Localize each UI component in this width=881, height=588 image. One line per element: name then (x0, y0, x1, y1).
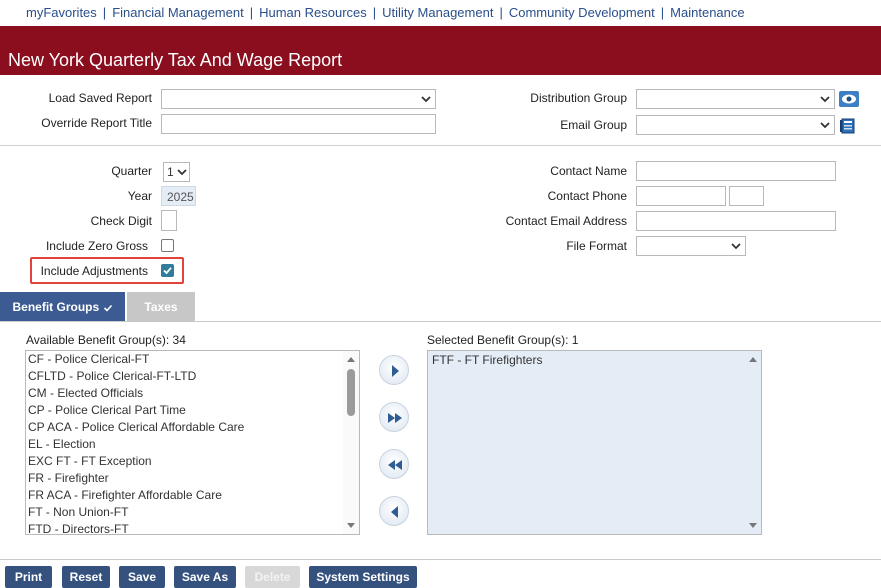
title-bar: New York Quarterly Tax And Wage Report (0, 26, 881, 75)
list-item[interactable]: CP ACA - Police Clerical Affordable Care (26, 419, 359, 436)
quarter-select[interactable]: 1 (163, 162, 190, 182)
contact-phone-ext-input[interactable] (729, 186, 764, 206)
system-settings-button[interactable]: System Settings (309, 566, 417, 588)
nav-link-community-development[interactable]: Community Development (509, 5, 655, 20)
quarter-label: Quarter (111, 164, 152, 178)
email-group-select[interactable] (636, 115, 835, 135)
move-right-button[interactable] (379, 355, 409, 385)
year-value: 2025 (167, 190, 194, 204)
include-adjustments-label: Include Adjustments (40, 264, 148, 278)
check-digit-label: Check Digit (90, 214, 152, 228)
scroll-down-icon[interactable] (346, 521, 356, 531)
include-zero-gross-label: Include Zero Gross (45, 239, 148, 253)
available-header: Available Benefit Group(s): 34 (26, 333, 186, 347)
check-digit-input[interactable] (161, 210, 177, 231)
tab-benefit-groups[interactable]: Benefit Groups (0, 292, 125, 322)
page-title: New York Quarterly Tax And Wage Report (8, 50, 343, 70)
list-item[interactable]: EL - Election (26, 436, 359, 453)
nav-link-human-resources[interactable]: Human Resources (259, 5, 367, 20)
include-zero-gross-checkbox[interactable] (161, 239, 174, 252)
load-saved-report-label: Load Saved Report (48, 91, 152, 105)
list-item[interactable]: FTD - Directors-FT (26, 521, 359, 534)
scroll-up-icon[interactable] (748, 354, 758, 364)
footer-divider (0, 559, 881, 560)
contact-phone-label: Contact Phone (547, 189, 627, 203)
arrow-left-icon (391, 506, 398, 518)
list-item[interactable]: FR - Firefighter (26, 470, 359, 487)
quarter-value: 1 (167, 165, 174, 179)
reset-button[interactable]: Reset (62, 566, 110, 588)
override-report-title-label: Override Report Title (41, 116, 152, 130)
list-item[interactable]: CF - Police Clerical-FT (26, 351, 359, 368)
contact-email-input[interactable] (636, 211, 836, 231)
selected-items: FTF - FT Firefighters (428, 351, 761, 369)
nav-separator: | (499, 5, 503, 20)
chevron-down-icon (820, 96, 830, 103)
nav-link-maintenance[interactable]: Maintenance (670, 5, 744, 20)
list-item[interactable]: CFLTD - Police Clerical-FT-LTD (26, 368, 359, 385)
available-benefit-groups-list[interactable]: CF - Police Clerical-FT CFLTD - Police Cl… (25, 350, 360, 535)
save-as-button[interactable]: Save As (174, 566, 236, 588)
available-scrollbar[interactable] (343, 351, 359, 534)
scroll-thumb[interactable] (347, 369, 355, 416)
tab-divider (0, 321, 881, 322)
file-format-select[interactable] (636, 236, 746, 256)
contact-name-input[interactable] (636, 161, 836, 181)
distribution-group-label: Distribution Group (530, 91, 627, 105)
selected-benefit-groups-list[interactable]: FTF - FT Firefighters (427, 350, 762, 535)
top-navigation: myFavorites | Financial Management | Human R… (0, 0, 881, 26)
scroll-up-icon[interactable] (346, 354, 356, 364)
chevron-down-icon (421, 96, 431, 103)
chevron-down-icon (177, 169, 187, 176)
list-item[interactable]: FR ACA - Firefighter Affordable Care (26, 487, 359, 504)
double-arrow-left-icon (388, 460, 402, 470)
selected-scrollbar[interactable] (745, 351, 761, 534)
nav-separator: | (660, 5, 665, 20)
save-button[interactable]: Save (119, 566, 165, 588)
double-arrow-right-icon (388, 413, 402, 423)
file-format-label: File Format (566, 239, 627, 253)
distribution-group-select[interactable] (636, 89, 835, 109)
email-group-book-icon[interactable] (839, 117, 857, 135)
move-all-left-button[interactable] (379, 449, 409, 479)
list-item[interactable]: FT - Non Union-FT (26, 504, 359, 521)
nav-separator: | (102, 5, 107, 20)
chevron-down-icon (820, 122, 830, 129)
view-distribution-group-icon[interactable] (839, 91, 859, 107)
checkmark-icon (163, 267, 172, 275)
selected-header: Selected Benefit Group(s): 1 (427, 333, 579, 347)
nav-link-financial-management[interactable]: Financial Management (112, 5, 244, 20)
checkmark-icon (103, 304, 112, 312)
load-saved-report-select[interactable] (161, 89, 436, 109)
scroll-down-icon[interactable] (748, 521, 758, 531)
nav-link-myfavorites[interactable]: myFavorites (26, 5, 97, 20)
nav-link-utility-management[interactable]: Utility Management (382, 5, 493, 20)
tab-taxes[interactable]: Taxes (127, 292, 195, 322)
list-item[interactable]: FTF - FT Firefighters (430, 352, 761, 369)
list-item[interactable]: EXC FT - FT Exception (26, 453, 359, 470)
delete-button[interactable]: Delete (245, 566, 300, 588)
tab-benefit-groups-label: Benefit Groups (12, 300, 100, 314)
move-left-button[interactable] (379, 496, 409, 526)
include-adjustments-checkbox[interactable] (161, 264, 174, 277)
nav-separator: | (372, 5, 377, 20)
list-item[interactable]: CM - Elected Officials (26, 385, 359, 402)
move-all-right-button[interactable] (379, 402, 409, 432)
contact-phone-input[interactable] (636, 186, 726, 206)
year-field: 2025 (161, 186, 196, 206)
contact-email-label: Contact Email Address (505, 214, 627, 228)
override-report-title-input[interactable] (161, 114, 436, 134)
print-button[interactable]: Print (5, 566, 52, 588)
nav-links: myFavorites | Financial Management | Human R… (26, 5, 745, 20)
available-items: CF - Police Clerical-FT CFLTD - Police Cl… (26, 351, 359, 534)
nav-separator: | (249, 5, 254, 20)
chevron-down-icon (731, 243, 741, 250)
arrow-right-icon (392, 365, 399, 377)
list-item[interactable]: CP - Police Clerical Part Time (26, 402, 359, 419)
email-group-label: Email Group (560, 118, 627, 132)
contact-name-label: Contact Name (550, 164, 627, 178)
section-divider (0, 145, 881, 146)
year-label: Year (127, 189, 152, 203)
